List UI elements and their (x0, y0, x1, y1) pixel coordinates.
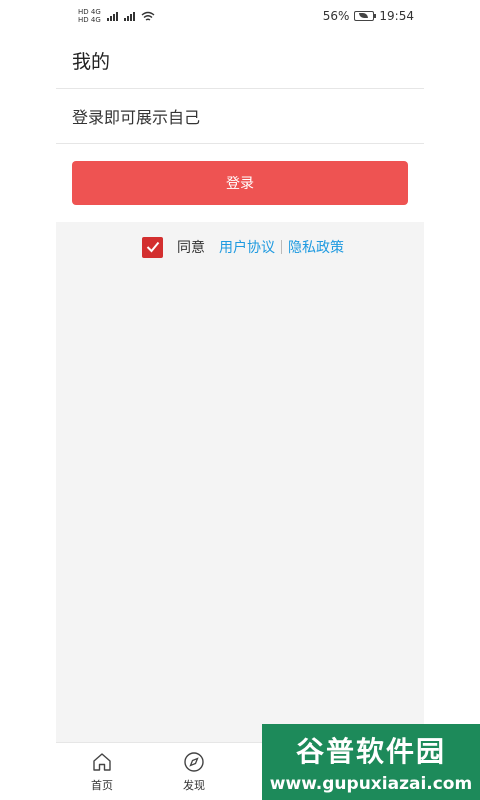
agreement-row: 同意 用户协议 隐私政策 (142, 236, 344, 258)
battery-icon (354, 11, 377, 21)
profile-row[interactable]: 登录即可展示自己 (56, 89, 424, 144)
clock: 19:54 (379, 9, 414, 23)
network-bottom-label: HD 4G (78, 16, 101, 24)
nav-label-home: 首页 (91, 779, 113, 792)
check-icon (146, 241, 159, 253)
agree-label: 同意 (177, 240, 205, 256)
home-icon (93, 753, 111, 771)
page-header: 我的 (56, 32, 424, 89)
login-prompt: 登录即可展示自己 (72, 108, 201, 127)
login-button[interactable]: 登录 (72, 161, 408, 205)
content-area: 同意 用户协议 隐私政策 (56, 222, 424, 742)
network-top-label: HD 4G (78, 8, 101, 16)
agree-checkbox[interactable] (142, 236, 163, 258)
status-bar: HD 4G HD 4G 56% 19:54 (0, 0, 480, 32)
battery-percent: 56% (322, 9, 350, 23)
network-labels: HD 4G HD 4G (78, 8, 101, 24)
status-right: 56% 19:54 (323, 9, 414, 23)
wifi-icon (141, 11, 155, 21)
compass-icon (184, 752, 204, 772)
nav-label-discover: 发现 (183, 779, 205, 792)
privacy-policy-link[interactable]: 隐私政策 (288, 237, 344, 257)
nav-item-home[interactable]: 首页 (56, 743, 148, 800)
link-divider (281, 240, 282, 254)
user-agreement-link[interactable]: 用户协议 (219, 237, 275, 257)
app-screen: HD 4G HD 4G 56% 19:54 我的 登录即可展示自己 登录 同意 … (0, 0, 480, 800)
page-title: 我的 (72, 50, 111, 73)
watermark-title: 谷普软件园 (295, 735, 446, 768)
signal-icon (123, 11, 135, 21)
watermark-logo: 谷普软件园 www.gupuxiazai.com (262, 724, 480, 800)
watermark-url: www.gupuxiazai.com (269, 774, 473, 794)
network-indicators: HD 4G HD 4G (78, 8, 155, 24)
signal-icon (106, 11, 118, 21)
nav-item-discover[interactable]: 发现 (148, 743, 240, 800)
